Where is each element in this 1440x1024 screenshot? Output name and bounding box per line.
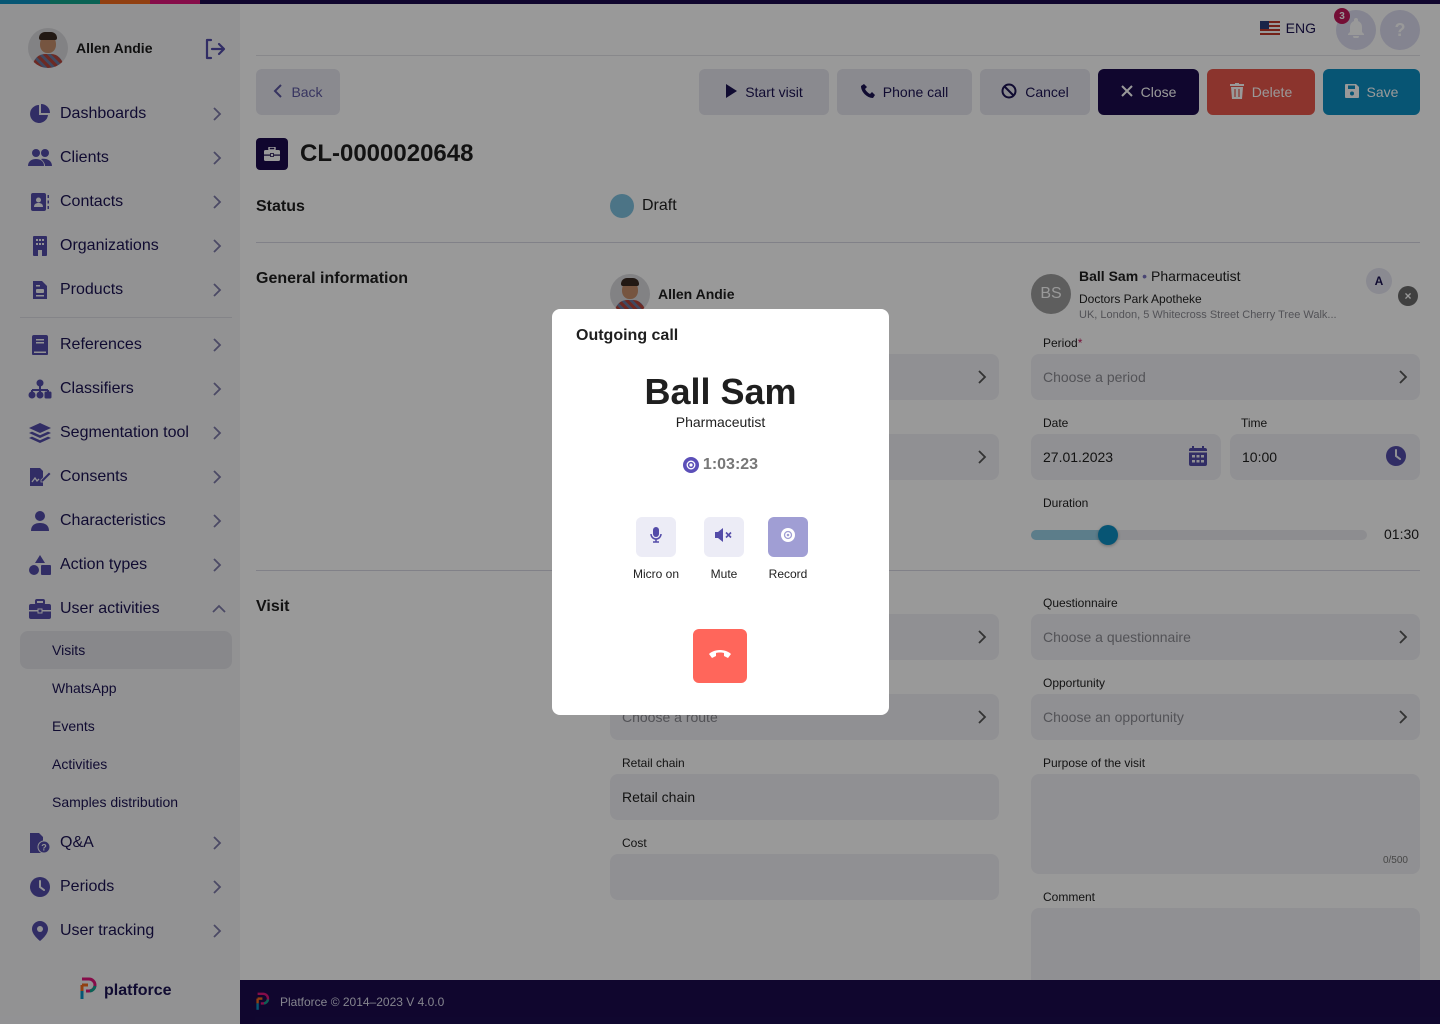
mute-button[interactable]: [704, 517, 744, 557]
microphone-button[interactable]: [636, 517, 676, 557]
hang-up-icon: [709, 647, 731, 665]
micro-on-control[interactable]: Micro on: [626, 517, 686, 581]
hang-up-button[interactable]: [693, 629, 747, 683]
micro-on-label: Micro on: [632, 567, 679, 581]
call-timer: 1:03:23: [552, 456, 889, 474]
record-icon: [780, 527, 796, 548]
record-button[interactable]: [768, 517, 808, 557]
call-duration: 1:03:23: [702, 456, 759, 473]
recording-indicator-icon: [682, 457, 699, 473]
record-control[interactable]: Record: [758, 517, 818, 581]
outgoing-call-dialog: Outgoing call Ball Sam Pharmaceutist 1:0…: [552, 309, 889, 715]
dialog-title: Outgoing call: [576, 327, 679, 344]
mute-control[interactable]: Mute: [694, 517, 754, 581]
record-label: Record: [768, 567, 808, 581]
speaker-mute-icon: [715, 527, 733, 547]
caller-name: Ball Sam: [644, 371, 797, 412]
mute-label: Mute: [710, 567, 738, 581]
caller-role: Pharmaceutist: [675, 414, 766, 430]
microphone-icon: [650, 526, 662, 548]
